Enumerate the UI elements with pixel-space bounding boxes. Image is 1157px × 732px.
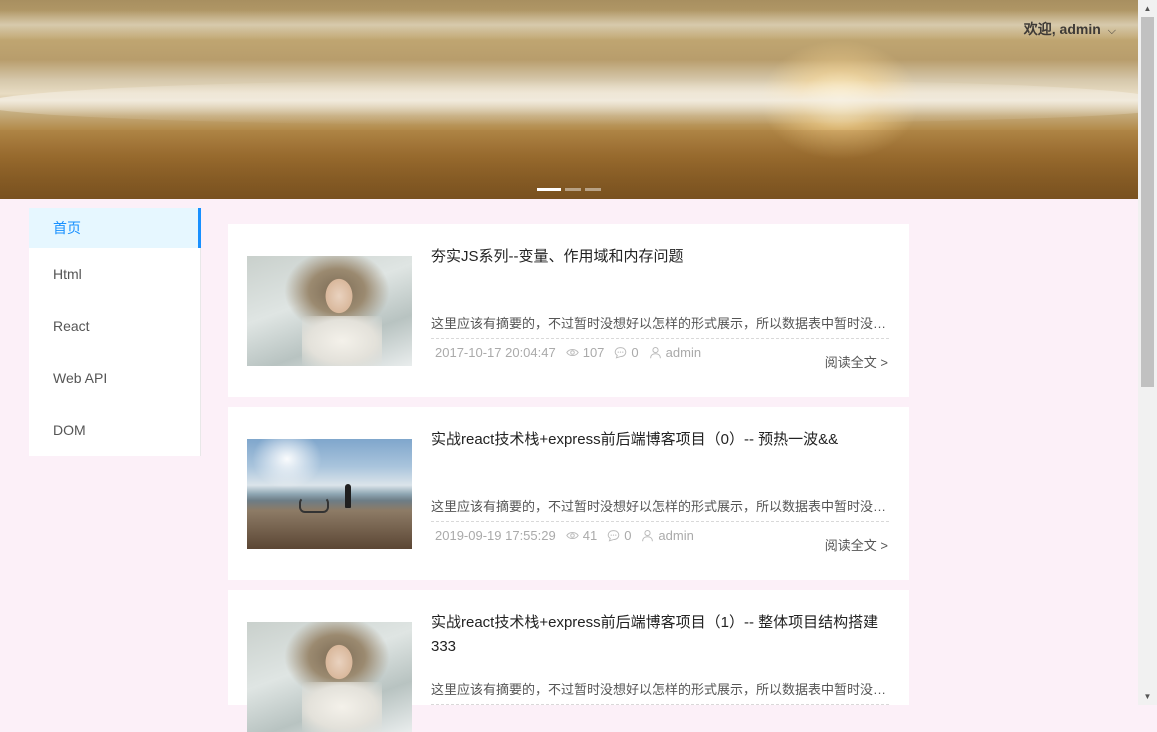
article-title[interactable]: 实战react技术栈+express前后端博客项目（1）-- 整体项目结构搭建3… [431, 611, 891, 659]
page-scrollbar[interactable]: ▲ ▼ [1138, 0, 1157, 705]
author-name: admin [665, 345, 702, 360]
article-thumbnail[interactable] [247, 439, 412, 549]
article-date: 2019-09-19 17:55:29 [435, 528, 556, 543]
views-count: 41 [582, 528, 598, 543]
article-thumbnail[interactable] [247, 256, 412, 366]
sidebar-menu: 首页 Html React Web API DOM [29, 208, 201, 456]
welcome-text: 欢迎, [1023, 21, 1056, 37]
article-card: 夯实JS系列--变量、作用域和内存问题 这里应该有摘要的，不过暂时没想好以怎样的… [228, 224, 909, 397]
scroll-down-arrow-icon[interactable]: ▼ [1138, 688, 1157, 705]
carousel-dot-1[interactable] [537, 188, 561, 191]
header-banner: 欢迎, admin ⌵ [0, 0, 1138, 199]
comments-stat: 0 [607, 528, 631, 543]
sidebar-item-home[interactable]: 首页 [29, 208, 201, 248]
sidebar-item-label: 首页 [53, 220, 81, 236]
comment-icon [615, 347, 627, 359]
carousel-indicators [537, 188, 601, 191]
carousel-dot-2[interactable] [565, 188, 581, 191]
chevron-down-icon: ⌵ [1107, 25, 1116, 37]
article-summary: 这里应该有摘要的，不过暂时没想好以怎样的形式展示，所以数据表中暂时没有摘要字段 [431, 679, 889, 705]
article-title[interactable]: 夯实JS系列--变量、作用域和内存问题 [431, 245, 891, 269]
thumb-sun [252, 439, 322, 489]
sidebar-item-dom[interactable]: DOM [29, 404, 201, 456]
scrollbar-thumb[interactable] [1141, 17, 1154, 387]
carousel-dot-3[interactable] [585, 188, 601, 191]
sidebar-item-label: React [53, 318, 90, 334]
article-date: 2017-10-17 20:04:47 [435, 345, 556, 360]
sidebar-item-label: Html [53, 266, 82, 282]
user-icon [642, 529, 654, 542]
article-title[interactable]: 实战react技术栈+express前后端博客项目（0）-- 预热一波&& [431, 428, 891, 452]
article-summary: 这里应该有摘要的，不过暂时没想好以怎样的形式展示，所以数据表中暂时没有摘要字段 [431, 496, 889, 522]
banner-wave [0, 10, 1138, 40]
article-summary: 这里应该有摘要的，不过暂时没想好以怎样的形式展示，所以数据表中暂时没有摘要字段 [431, 313, 889, 339]
article-meta: 2017-10-17 20:04:47 107 0 admin [435, 345, 701, 360]
comments-count: 0 [624, 528, 632, 543]
views-count: 107 [582, 345, 605, 360]
article-card: 实战react技术栈+express前后端博客项目（0）-- 预热一波&& 这里… [228, 407, 909, 580]
article-thumbnail[interactable] [247, 622, 412, 732]
username: admin [1059, 21, 1101, 37]
banner-foam [0, 80, 1138, 125]
views-stat: 41 [565, 528, 598, 543]
eye-icon [565, 531, 579, 540]
thumb-person [345, 484, 351, 508]
comments-count: 0 [631, 345, 639, 360]
read-more-link[interactable]: 阅读全文 > [825, 535, 888, 554]
scroll-up-arrow-icon[interactable]: ▲ [1138, 0, 1157, 17]
article-card: 实战react技术栈+express前后端博客项目（1）-- 整体项目结构搭建3… [228, 590, 909, 732]
sidebar-item-html[interactable]: Html [29, 248, 201, 300]
views-stat: 107 [565, 345, 605, 360]
comments-stat: 0 [614, 345, 639, 360]
comment-icon [607, 530, 620, 542]
author-stat: admin [641, 528, 694, 543]
author-stat: admin [649, 345, 701, 360]
read-more-link[interactable]: 阅读全文 > [825, 352, 888, 371]
sidebar-item-react[interactable]: React [29, 300, 201, 352]
user-menu[interactable]: 欢迎, admin ⌵ [1024, 19, 1116, 39]
thumb-bicycle [299, 497, 329, 513]
sidebar-item-web-api[interactable]: Web API [29, 352, 201, 404]
article-meta: 2019-09-19 17:55:29 41 0 admin [435, 528, 694, 543]
sidebar-item-label: DOM [53, 422, 86, 438]
author-name: admin [658, 528, 694, 543]
user-icon [649, 346, 661, 359]
sidebar-item-label: Web API [53, 370, 108, 386]
eye-icon [565, 348, 579, 357]
